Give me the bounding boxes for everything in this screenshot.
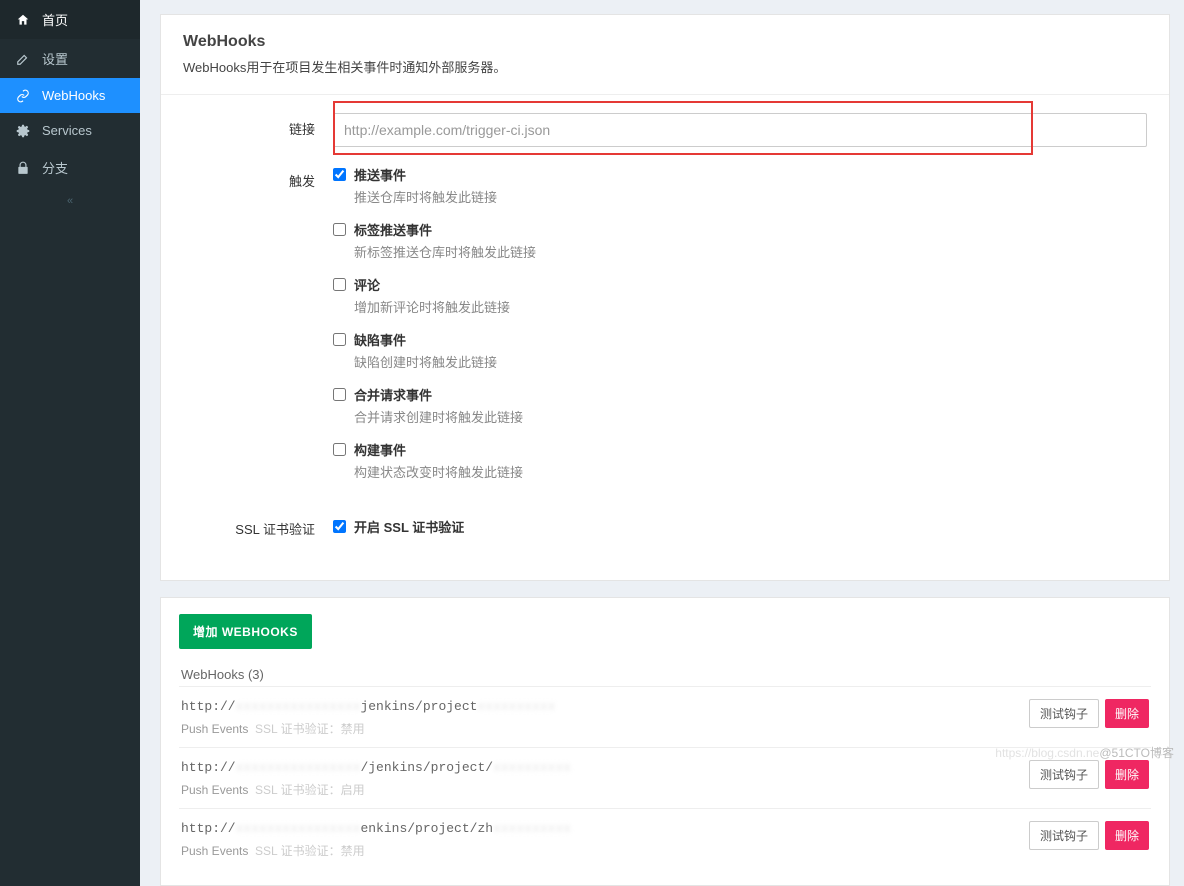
divider — [161, 94, 1169, 95]
trigger-desc: 新标签推送仓库时将触发此链接 — [354, 242, 1147, 261]
trigger-desc: 增加新评论时将触发此链接 — [354, 297, 1147, 316]
trigger-title: 合并请求事件 — [354, 385, 432, 404]
sidebar-item-webhooks[interactable]: WebHooks — [0, 78, 140, 113]
add-webhook-button[interactable]: 增加 WEBHOOKS — [179, 614, 312, 649]
hook-row: http://xxxxxxxxxxxxxxxxenkins/project/zh… — [179, 808, 1151, 869]
sidebar: 首页 设置 WebHooks Services 分支 « — [0, 0, 140, 886]
trigger-title: 缺陷事件 — [354, 330, 406, 349]
hook-meta: Push Events SSL 证书验证：启用 — [181, 781, 1029, 798]
sidebar-item-branch[interactable]: 分支 — [0, 148, 140, 187]
trigger-checkbox[interactable] — [333, 333, 346, 346]
page-title: WebHooks — [183, 33, 1147, 51]
delete-hook-button[interactable]: 删除 — [1105, 821, 1149, 850]
trigger-item: 构建事件构建状态改变时将触发此链接 — [333, 440, 1147, 481]
home-icon — [14, 13, 32, 27]
hooks-list-panel: 增加 WEBHOOKS WebHooks (3) http://xxxxxxxx… — [160, 597, 1170, 886]
trigger-desc: 构建状态改变时将触发此链接 — [354, 462, 1147, 481]
hook-meta: Push Events SSL 证书验证：禁用 — [181, 720, 1029, 737]
test-hook-button[interactable]: 测试钩子 — [1029, 760, 1099, 789]
trigger-item: 标签推送事件新标签推送仓库时将触发此链接 — [333, 220, 1147, 261]
trigger-label: 触发 — [183, 165, 333, 190]
lock-icon — [14, 161, 32, 175]
chevron-double-left-icon: « — [67, 195, 73, 207]
trigger-desc: 推送仓库时将触发此链接 — [354, 187, 1147, 206]
trigger-desc: 缺陷创建时将触发此链接 — [354, 352, 1147, 371]
hook-url: http://xxxxxxxxxxxxxxxx/jenkins/project/… — [181, 760, 1029, 775]
cogs-icon — [14, 124, 32, 138]
webhooks-panel: WebHooks WebHooks用于在项目发生相关事件时通知外部服务器。 链接… — [160, 14, 1170, 581]
desc-prefix: WebHooks — [183, 60, 246, 75]
trigger-title: 推送事件 — [354, 165, 406, 184]
test-hook-button[interactable]: 测试钩子 — [1029, 699, 1099, 728]
trigger-title: 标签推送事件 — [354, 220, 432, 239]
sidebar-item-label: 分支 — [42, 158, 68, 177]
sidebar-item-label: 设置 — [42, 49, 68, 68]
watermark: https://blog.csdn.ne@51CTO博客 — [995, 744, 1174, 761]
sidebar-item-home[interactable]: 首页 — [0, 0, 140, 39]
delete-hook-button[interactable]: 删除 — [1105, 760, 1149, 789]
trigger-checkbox[interactable] — [333, 168, 346, 181]
hook-url: http://xxxxxxxxxxxxxxxxjenkins/projectxx… — [181, 699, 1029, 714]
trigger-item: 推送事件推送仓库时将触发此链接 — [333, 165, 1147, 206]
hook-meta: Push Events SSL 证书验证：禁用 — [181, 842, 1029, 859]
hooks-count: WebHooks (3) — [179, 663, 1151, 686]
trigger-checkbox[interactable] — [333, 443, 346, 456]
url-input[interactable] — [333, 113, 1147, 147]
desc-rest: 用于在项目发生相关事件时通知外部服务器。 — [246, 60, 506, 75]
page-desc: WebHooks用于在项目发生相关事件时通知外部服务器。 — [183, 57, 1147, 76]
test-hook-button[interactable]: 测试钩子 — [1029, 821, 1099, 850]
link-icon — [14, 89, 32, 103]
sidebar-item-services[interactable]: Services — [0, 113, 140, 148]
sidebar-item-label: WebHooks — [42, 88, 105, 103]
trigger-checkbox[interactable] — [333, 278, 346, 291]
ssl-checkbox-label: 开启 SSL 证书验证 — [354, 517, 464, 536]
trigger-row: 触发 推送事件推送仓库时将触发此链接标签推送事件新标签推送仓库时将触发此链接评论… — [183, 165, 1147, 495]
edit-icon — [14, 52, 32, 66]
hook-row: http://xxxxxxxxxxxxxxxxjenkins/projectxx… — [179, 686, 1151, 747]
trigger-title: 评论 — [354, 275, 380, 294]
ssl-checkbox[interactable] — [333, 520, 346, 533]
sidebar-item-settings[interactable]: 设置 — [0, 39, 140, 78]
trigger-desc: 合并请求创建时将触发此链接 — [354, 407, 1147, 426]
hook-url: http://xxxxxxxxxxxxxxxxenkins/project/zh… — [181, 821, 1029, 836]
ssl-row: SSL 证书验证 开启 SSL 证书验证 — [183, 513, 1147, 538]
trigger-item: 缺陷事件缺陷创建时将触发此链接 — [333, 330, 1147, 371]
trigger-item: 评论增加新评论时将触发此链接 — [333, 275, 1147, 316]
sidebar-collapse[interactable]: « — [0, 187, 140, 215]
delete-hook-button[interactable]: 删除 — [1105, 699, 1149, 728]
sidebar-item-label: 首页 — [42, 10, 68, 29]
trigger-item: 合并请求事件合并请求创建时将触发此链接 — [333, 385, 1147, 426]
url-label: 链接 — [183, 113, 333, 138]
trigger-checkbox[interactable] — [333, 388, 346, 401]
trigger-checkbox[interactable] — [333, 223, 346, 236]
sidebar-item-label: Services — [42, 123, 92, 138]
url-row: 链接 — [183, 113, 1147, 147]
ssl-label: SSL 证书验证 — [183, 513, 333, 538]
trigger-title: 构建事件 — [354, 440, 406, 459]
